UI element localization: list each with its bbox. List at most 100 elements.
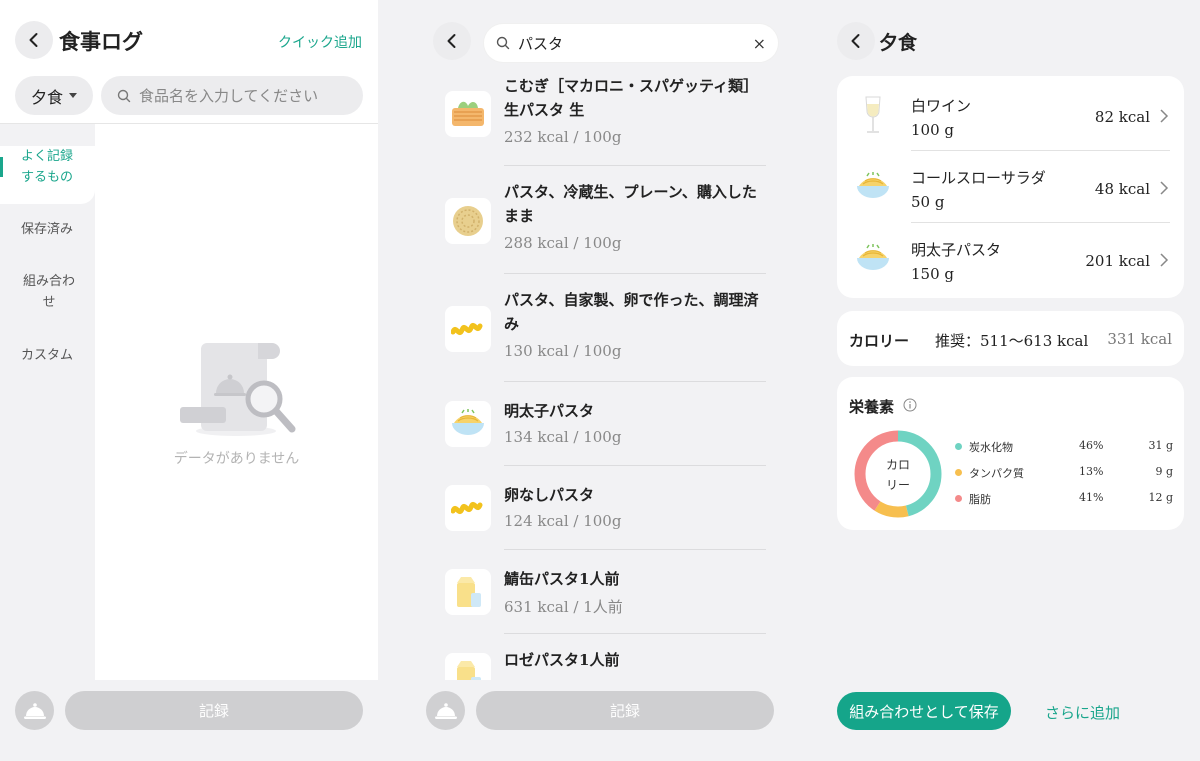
tab-label: 保存済み <box>21 222 74 237</box>
food-kcal: 48 kcal <box>1094 180 1150 198</box>
food-row-white-wine[interactable]: 白ワイン 100 g 82 kcal <box>837 79 1184 151</box>
nutrient-grams: 12 g <box>1148 491 1173 504</box>
result-name: こむぎ［マカロニ・スパゲッティ類］生パスタ 生 <box>504 77 759 119</box>
result-kcal: 124 kcal / 100g <box>504 512 622 530</box>
result-name: 卵なしパスタ <box>504 486 595 504</box>
nutrient-percent: 46% <box>1079 439 1104 452</box>
meal-detail-screen: 夕食 白ワイン 100 g 82 kcal コールスローサラダ 50 g 48 … <box>821 0 1200 761</box>
search-input[interactable] <box>518 34 738 52</box>
food-amount: 150 g <box>911 265 955 283</box>
nutrient-name: タンパク質 <box>969 467 1024 480</box>
nutrient-name: 脂肪 <box>969 493 991 506</box>
back-button[interactable] <box>433 22 471 60</box>
nutrient-grams: 31 g <box>1148 439 1173 452</box>
meal-tray-button[interactable] <box>426 691 465 730</box>
nutrients-title: 栄養素 <box>849 398 895 416</box>
caret-down-icon <box>69 93 77 98</box>
active-tab-indicator <box>0 157 3 177</box>
tab-combination[interactable]: 組み合わせ <box>0 271 95 313</box>
list-item[interactable]: 卵なしパスタ 124 kcal / 100g <box>411 466 789 550</box>
donut-label-line: カロ <box>885 458 910 472</box>
food-row-coleslaw[interactable]: コールスローサラダ 50 g 48 kcal <box>837 151 1184 223</box>
result-name: ロゼパスタ1人前 <box>504 651 620 669</box>
empty-search-icon <box>180 343 296 436</box>
nutrient-row-fat: 脂肪 41% 12 g <box>955 489 1173 509</box>
pasta-bowl-icon <box>851 237 895 281</box>
result-name: 鯖缶パスタ1人前 <box>504 570 620 588</box>
food-kcal: 82 kcal <box>1094 108 1150 126</box>
result-kcal: 288 kcal / 100g <box>504 234 622 252</box>
legend-dot <box>955 495 962 502</box>
fusilli-icon <box>445 306 491 352</box>
meal-tray-button[interactable] <box>15 691 54 730</box>
food-log-screen: 食事ログ クイック追加 夕食 よく記録するもの 保存済み 組み合わせ カスタム … <box>0 0 378 761</box>
back-button[interactable] <box>837 22 875 60</box>
back-button[interactable] <box>15 21 53 59</box>
record-button[interactable]: 記録 <box>65 691 363 730</box>
list-item[interactable]: 明太子パスタ 134 kcal / 100g <box>411 382 789 466</box>
food-search-box[interactable]: × <box>484 24 778 62</box>
chevron-left-icon <box>447 34 456 48</box>
tab-label: よく記録するもの <box>21 149 74 185</box>
clear-search-button[interactable]: × <box>753 34 766 53</box>
meal-foods-card: 白ワイン 100 g 82 kcal コールスローサラダ 50 g 48 kca… <box>837 76 1184 298</box>
calorie-total: 331 kcal <box>1107 330 1172 348</box>
food-kcal: 201 kcal <box>1085 252 1150 270</box>
pasta-nest-icon <box>445 198 491 244</box>
food-search-box[interactable] <box>101 76 363 115</box>
list-item[interactable]: パスタ、冷蔵生、プレーン、購入したまま 288 kcal / 100g <box>411 166 789 274</box>
list-item[interactable]: こむぎ［マカロニ・スパゲッティ類］生パスタ 生 232 kcal / 100g <box>411 70 789 166</box>
nutrients-card: 栄養素 カロ リー 炭水化物 46% 31 g タンパク質 13% 9 g 脂肪… <box>837 377 1184 530</box>
food-search-screen: × こむぎ［マカロニ・スパゲッティ類］生パスタ 生 232 kcal / 100… <box>411 0 789 761</box>
result-kcal: 232 kcal / 100g <box>504 128 622 146</box>
nutrient-percent: 41% <box>1079 491 1104 504</box>
bottom-action-bar: 記録 <box>0 680 378 761</box>
save-combination-button[interactable]: 組み合わせとして保存 <box>837 692 1011 730</box>
nutrient-name: 炭水化物 <box>969 441 1013 454</box>
pasta-bowl-icon <box>851 165 895 209</box>
cloche-icon <box>434 702 457 719</box>
food-amount: 50 g <box>911 193 945 211</box>
empty-state-text: データがありません <box>173 451 300 467</box>
chevron-left-icon <box>29 33 38 47</box>
food-row-mentaiko-pasta[interactable]: 明太子パスタ 150 g 201 kcal <box>837 223 1184 295</box>
result-name: 明太子パスタ <box>504 402 595 420</box>
record-button[interactable]: 記録 <box>476 691 774 730</box>
list-item[interactable]: ロゼパスタ1人前 <box>411 634 789 680</box>
list-item[interactable]: 鯖缶パスタ1人前 631 kcal / 1人前 <box>411 550 789 634</box>
quick-add-link[interactable]: クイック追加 <box>278 32 362 52</box>
tab-frequent[interactable]: よく記録するもの <box>0 146 95 204</box>
cloche-icon <box>23 702 46 719</box>
food-amount: 100 g <box>911 121 955 139</box>
nutrient-grams: 9 g <box>1155 465 1173 478</box>
nutrient-row-protein: タンパク質 13% 9 g <box>955 463 1173 483</box>
chevron-left-icon <box>851 34 860 48</box>
donut-center-label: カロ リー <box>853 455 943 495</box>
list-item[interactable]: パスタ、自家製、卵で作った、調理済み 130 kcal / 100g <box>411 274 789 382</box>
info-icon[interactable] <box>903 398 917 412</box>
search-input[interactable] <box>139 86 339 105</box>
food-name: 明太子パスタ <box>911 241 1002 259</box>
panel-gap <box>789 0 821 761</box>
bottom-action-bar: 記録 <box>411 680 789 761</box>
chevron-right-icon <box>1160 181 1169 195</box>
tab-saved[interactable]: 保存済み <box>0 219 95 240</box>
search-results-list: こむぎ［マカロニ・スパゲッティ類］生パスタ 生 232 kcal / 100g … <box>411 70 789 680</box>
panel-gap <box>378 0 411 761</box>
page-title: 食事ログ <box>59 29 143 54</box>
noodle-block-icon <box>445 91 491 137</box>
tab-custom[interactable]: カスタム <box>0 345 95 366</box>
add-more-link[interactable]: さらに追加 <box>1045 702 1120 723</box>
calorie-summary-card: カロリー 推奨：511〜613 kcal 331 kcal <box>837 311 1184 366</box>
legend-dot <box>955 443 962 450</box>
food-name: 白ワイン <box>911 97 972 115</box>
page-title: 夕食 <box>879 32 918 54</box>
meal-type-select[interactable]: 夕食 <box>15 76 93 115</box>
food-name: コールスローサラダ <box>911 169 1046 187</box>
legend-dot <box>955 469 962 476</box>
result-kcal: 134 kcal / 100g <box>504 428 622 446</box>
meal-type-value: 夕食 <box>30 87 63 107</box>
result-kcal: 631 kcal / 1人前 <box>504 598 623 616</box>
donut-label-line: リー <box>885 478 910 492</box>
milk-carton-icon <box>445 569 491 615</box>
